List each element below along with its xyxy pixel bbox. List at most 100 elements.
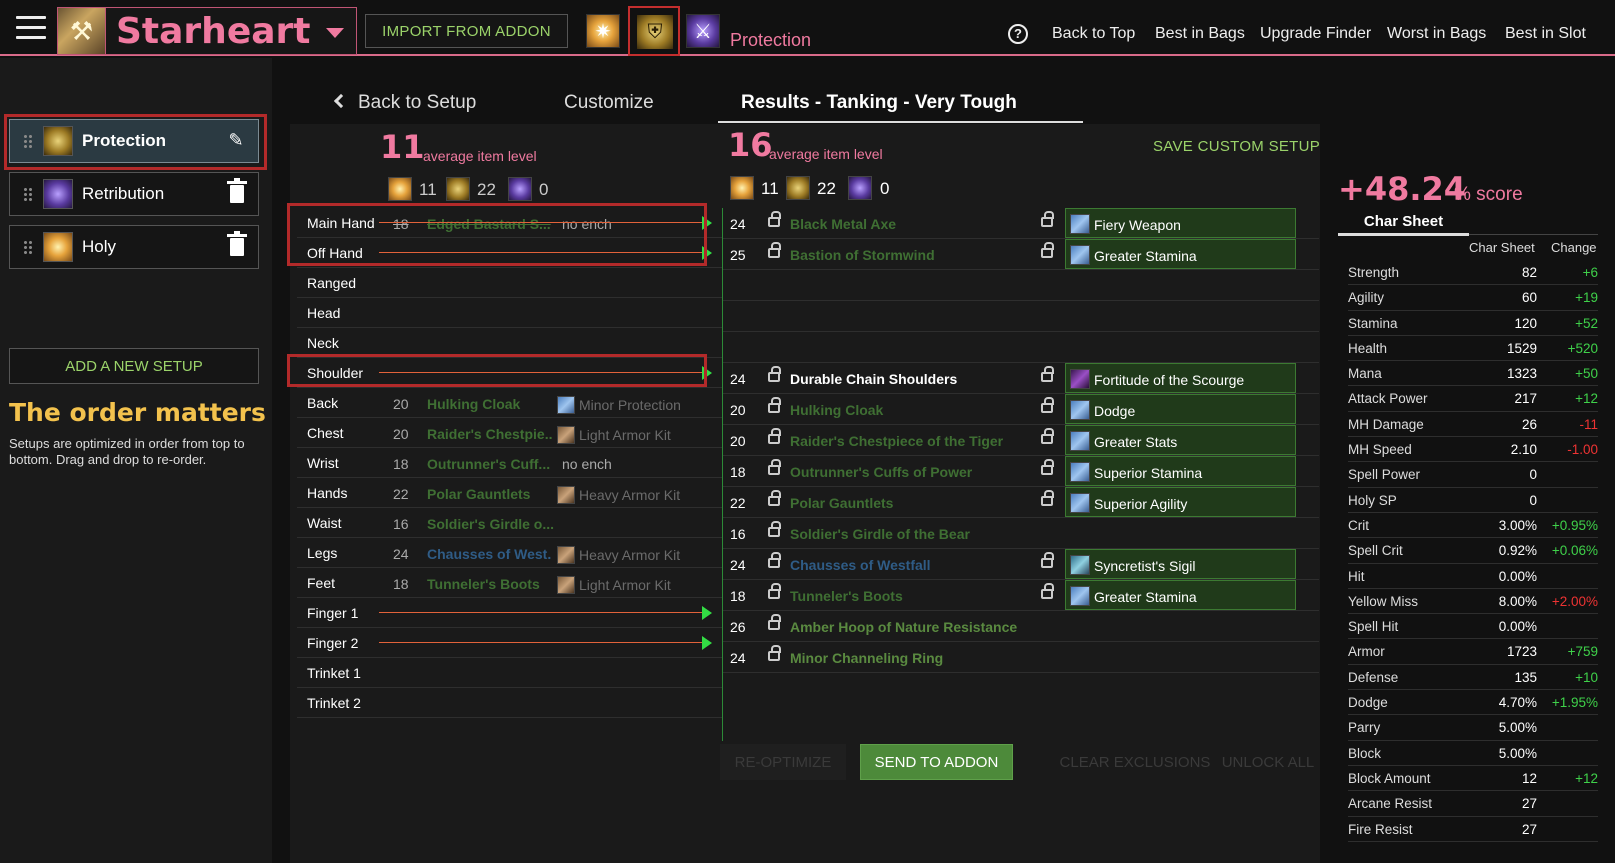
table-row[interactable]: Chest 20 Raider's Chestpie... Light Armo… [297, 418, 722, 448]
item-name[interactable]: Bastion of Stormwind [790, 247, 935, 263]
table-row[interactable]: Wrist 18 Outrunner's Cuff... no ench [297, 448, 722, 478]
help-icon[interactable]: ? [1008, 24, 1028, 44]
tab-back-to-setup[interactable]: Back to Setup [333, 92, 476, 114]
lock-icon[interactable] [1041, 242, 1054, 258]
lock-icon[interactable] [768, 211, 781, 227]
lock-icon[interactable] [768, 614, 781, 630]
table-row[interactable]: Ranged [297, 268, 722, 298]
lock-icon[interactable] [1041, 583, 1054, 599]
clear-exclusions-button[interactable]: CLEAR EXCLUSIONS [1050, 744, 1220, 780]
item-name[interactable]: Durable Chain Shoulders [790, 371, 957, 387]
enchant-box[interactable]: Superior Agility [1065, 487, 1296, 517]
lock-icon[interactable] [768, 242, 781, 258]
enchant-box[interactable]: Greater Stats [1065, 425, 1296, 455]
enchant-box[interactable]: Syncretist's Sigil [1065, 549, 1296, 579]
table-row[interactable]: Legs 24 Chausses of West... Heavy Armor … [297, 538, 722, 568]
table-row[interactable]: Feet 18 Tunneler's Boots Light Armor Kit [297, 568, 722, 598]
setup-item-protection[interactable]: Protection ✎ [9, 119, 259, 163]
setup-item-retribution[interactable]: Retribution [9, 172, 259, 216]
item-name[interactable]: Outrunner's Cuff... [427, 456, 552, 472]
unlock-all-button[interactable]: UNLOCK ALL [1218, 744, 1318, 780]
link-worst-in-bags[interactable]: Worst in Bags [1387, 25, 1486, 43]
table-row[interactable]: Trinket 1 [297, 658, 722, 688]
protection-spec-icon[interactable]: ⛨ [637, 15, 673, 49]
trash-icon[interactable] [227, 178, 247, 203]
lock-icon[interactable] [1041, 459, 1054, 475]
item-name[interactable]: Polar Gauntlets [790, 495, 893, 511]
table-row[interactable]: 26 Amber Hoop of Nature Resistance [723, 611, 1319, 642]
enchant-box[interactable]: Fiery Weapon [1065, 208, 1296, 238]
table-row[interactable]: Back 20 Hulking Cloak Minor Protection [297, 388, 722, 418]
enchant-box[interactable]: Superior Stamina [1065, 456, 1296, 486]
item-name[interactable]: Amber Hoop of Nature Resistance [790, 619, 1017, 635]
table-row[interactable]: 24 Chausses of Westfall Syncretist's Sig… [723, 549, 1319, 580]
item-name[interactable]: Minor Channeling Ring [790, 650, 943, 666]
table-row[interactable]: 25 Bastion of Stormwind Greater Stamina [723, 239, 1319, 270]
trash-icon[interactable] [227, 231, 247, 256]
item-name[interactable]: Hulking Cloak [427, 396, 552, 412]
enchant-box[interactable]: Greater Stamina [1065, 580, 1296, 610]
lock-icon[interactable] [768, 552, 781, 568]
item-name[interactable]: Chausses of Westfall [790, 557, 931, 573]
table-row[interactable]: 20 Raider's Chestpiece of the Tiger Grea… [723, 425, 1319, 456]
table-row[interactable]: Trinket 2 [297, 688, 722, 718]
item-name[interactable]: Polar Gauntlets [427, 486, 552, 502]
table-row[interactable]: Waist 16 Soldier's Girdle o... [297, 508, 722, 538]
lock-icon[interactable] [768, 428, 781, 444]
table-row[interactable]: Finger 1 [297, 598, 722, 628]
table-row[interactable]: 22 Polar Gauntlets Superior Agility [723, 487, 1319, 518]
lock-icon[interactable] [1041, 428, 1054, 444]
lock-icon[interactable] [768, 366, 781, 382]
lock-icon[interactable] [768, 459, 781, 475]
table-row[interactable]: 24 Durable Chain Shoulders Fortitude of … [723, 363, 1319, 394]
lock-icon[interactable] [1041, 397, 1054, 413]
table-row[interactable]: Finger 2 [297, 628, 722, 658]
enchant-box[interactable]: Dodge [1065, 394, 1296, 424]
setup-item-holy[interactable]: Holy [9, 225, 259, 269]
item-name[interactable]: Soldier's Girdle o... [427, 516, 557, 532]
item-name[interactable]: Hulking Cloak [790, 402, 883, 418]
item-name[interactable]: Raider's Chestpiece of the Tiger [790, 433, 1003, 449]
retribution-spec-icon[interactable]: ⚔ [686, 14, 720, 48]
lock-icon[interactable] [768, 645, 781, 661]
send-to-addon-button[interactable]: SEND TO ADDON [860, 744, 1013, 780]
table-row[interactable]: 24 Black Metal Axe Fiery Weapon [723, 208, 1319, 239]
add-setup-button[interactable]: ADD A NEW SETUP [9, 348, 259, 384]
drag-handle-icon[interactable] [23, 134, 32, 150]
lock-icon[interactable] [768, 490, 781, 506]
table-row[interactable]: 18 Tunneler's Boots Greater Stamina [723, 580, 1319, 611]
table-row[interactable]: 24 Minor Channeling Ring [723, 642, 1319, 673]
item-name[interactable]: Black Metal Axe [790, 216, 896, 232]
import-from-addon-button[interactable]: IMPORT FROM ADDON [365, 14, 568, 48]
drag-handle-icon[interactable] [23, 240, 32, 256]
item-name[interactable]: Soldier's Girdle of the Bear [790, 526, 970, 542]
reoptimize-button[interactable]: RE-OPTIMIZE [720, 744, 846, 780]
link-back-to-top[interactable]: Back to Top [1052, 25, 1135, 43]
protection-spec-selected-frame[interactable]: ⛨ [628, 6, 680, 56]
character-selector[interactable]: ⚒ Starheart [57, 7, 357, 55]
drag-handle-icon[interactable] [23, 187, 32, 203]
lock-icon[interactable] [1041, 552, 1054, 568]
link-best-in-bags[interactable]: Best in Bags [1155, 25, 1245, 43]
item-name[interactable]: Outrunner's Cuffs of Power [790, 464, 972, 480]
save-custom-setup-button[interactable]: SAVE CUSTOM SETUP [1153, 138, 1320, 155]
table-row[interactable]: 16 Soldier's Girdle of the Bear [723, 518, 1319, 549]
lock-icon[interactable] [768, 583, 781, 599]
table-row[interactable]: 20 Hulking Cloak Dodge [723, 394, 1319, 425]
table-row[interactable]: Hands 22 Polar Gauntlets Heavy Armor Kit [297, 478, 722, 508]
lock-icon[interactable] [1041, 211, 1054, 227]
enchant-box[interactable]: Greater Stamina [1065, 239, 1296, 269]
tab-customize[interactable]: Customize [564, 92, 654, 114]
lock-icon[interactable] [768, 397, 781, 413]
lock-icon[interactable] [1041, 366, 1054, 382]
holy-spec-icon[interactable]: ✷ [586, 14, 620, 48]
lock-icon[interactable] [1041, 490, 1054, 506]
item-name[interactable]: Tunneler's Boots [427, 576, 552, 592]
item-name[interactable]: Chausses of West... [427, 546, 552, 562]
item-name[interactable]: Tunneler's Boots [790, 588, 903, 604]
hamburger-menu-icon[interactable] [16, 16, 46, 42]
table-row[interactable]: 18 Outrunner's Cuffs of Power Superior S… [723, 456, 1319, 487]
table-row[interactable]: Head [297, 298, 722, 328]
tab-char-sheet[interactable]: Char Sheet [1338, 213, 1469, 235]
lock-icon[interactable] [768, 521, 781, 537]
